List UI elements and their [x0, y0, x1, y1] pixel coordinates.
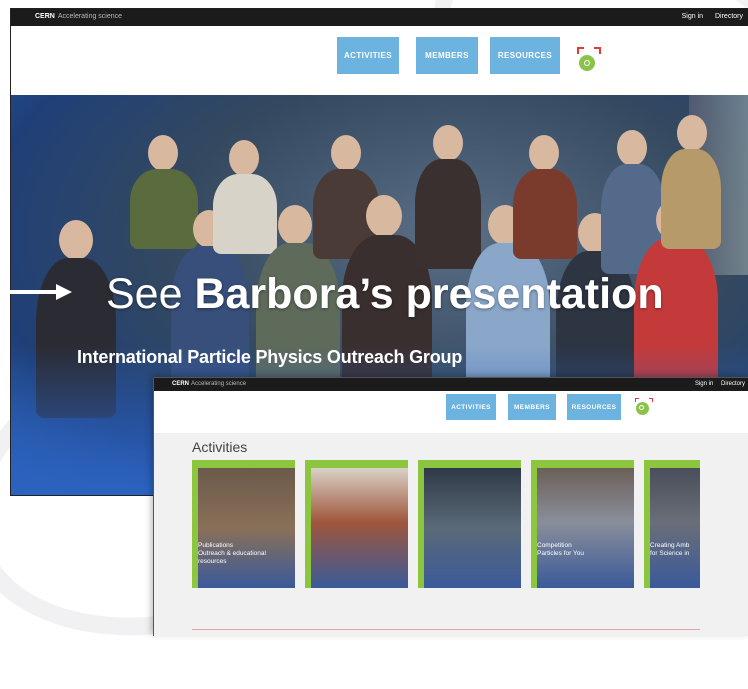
card-image: [311, 468, 408, 588]
cern-brand[interactable]: CERN Accelerating science: [172, 381, 246, 387]
cern-topbar: CERN Accelerating science Sign in Directo…: [154, 378, 748, 391]
nav-resources-button[interactable]: RESOURCES: [490, 37, 560, 74]
section-divider: [192, 629, 700, 630]
cern-logo-text: CERN: [35, 13, 55, 20]
card-subtitle: Particles for You: [537, 550, 584, 557]
card-label: Creating Amb for Science in: [650, 542, 698, 558]
activity-card[interactable]: Creating Amb for Science in: [644, 460, 700, 588]
cern-tagline: Accelerating science: [57, 13, 123, 20]
search-icon: [636, 402, 649, 415]
activity-card[interactable]: [305, 460, 408, 588]
section-title: Activities: [192, 439, 248, 455]
hero-title-normal: See: [106, 270, 195, 318]
cern-brand[interactable]: CERN Accelerating science: [35, 13, 122, 20]
card-title: Publications: [198, 542, 234, 549]
nav-activities-button[interactable]: ACTIVITIES: [446, 394, 496, 420]
card-image: [650, 468, 700, 588]
card-subtitle: Outreach & educational resources: [198, 550, 266, 565]
cern-topbar: CERN Accelerating science Sign in Directo…: [11, 9, 748, 26]
main-navigation: ACTIVITIES MEMBERS RESOURCES: [154, 391, 748, 434]
activity-card[interactable]: [418, 460, 521, 588]
search-button[interactable]: [577, 47, 601, 71]
nav-members-button[interactable]: MEMBERS: [508, 394, 556, 420]
directory-link[interactable]: Directory: [721, 381, 745, 387]
hero-subtitle: International Particle Physics Outreach …: [77, 347, 463, 367]
card-subtitle: for Science in: [650, 550, 690, 557]
hero-title-bold: Barbora’s presentation: [194, 270, 664, 318]
card-label: Competition Particles for You: [537, 542, 584, 558]
card-image: [537, 468, 634, 588]
activity-card[interactable]: Competition Particles for You: [531, 460, 634, 588]
directory-link[interactable]: Directory: [715, 13, 743, 20]
nav-resources-button[interactable]: RESOURCES: [567, 394, 621, 420]
card-image: [198, 468, 295, 588]
cern-logo-text: CERN: [172, 381, 190, 387]
page-content: Activities Publications Outreach & educat…: [154, 434, 748, 636]
front-browser-window: CERN Accelerating science Sign in Directo…: [153, 377, 748, 636]
activity-card[interactable]: Publications Outreach & educational resou…: [192, 460, 295, 588]
card-title: Competition: [537, 542, 572, 549]
sign-in-link[interactable]: Sign in: [695, 381, 713, 387]
card-label: Publications Outreach & educational resou…: [198, 542, 295, 566]
hero-title: See Barbora’s presentation: [106, 270, 664, 319]
arrow-right-icon: [0, 284, 72, 300]
sign-in-link[interactable]: Sign in: [682, 13, 703, 20]
nav-activities-button[interactable]: ACTIVITIES: [337, 37, 399, 74]
card-title: Creating Amb: [650, 542, 690, 549]
card-image: [424, 468, 521, 588]
search-icon: [579, 55, 595, 71]
nav-members-button[interactable]: MEMBERS: [416, 37, 478, 74]
search-button[interactable]: [635, 398, 653, 416]
cern-tagline: Accelerating science: [191, 381, 247, 387]
